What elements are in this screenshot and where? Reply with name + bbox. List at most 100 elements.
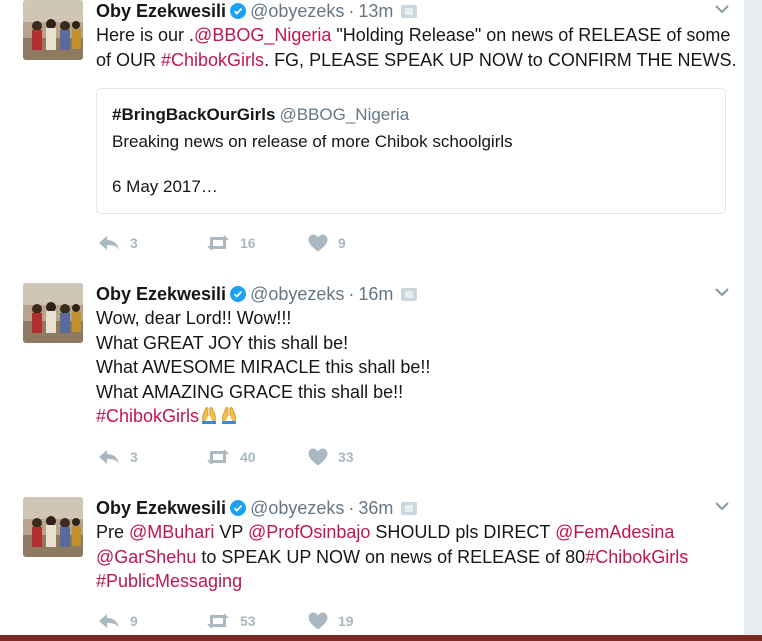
reply-count: 3	[130, 235, 138, 251]
device-icon	[401, 288, 418, 301]
like-button[interactable]: 19	[308, 611, 354, 631]
text-segment: of OUR	[96, 49, 162, 70]
retweet-icon	[207, 449, 229, 465]
tweet[interactable]: Oby Ezekwesili @obyezeks · 36m Pre @MBuhari…	[8, 481, 744, 641]
like-count: 33	[338, 449, 354, 465]
device-icon	[401, 5, 418, 18]
author-handle[interactable]: @obyezeks	[250, 498, 344, 518]
retweet-button[interactable]: 53	[206, 611, 256, 631]
tweet-text-line: Wow, dear Lord!! Wow!!!	[96, 306, 726, 331]
separator: ·	[348, 284, 355, 304]
mention-link[interactable]: @GarShehu	[96, 547, 196, 567]
text-segment: to SPEAK UP NOW on news of RELEASE of 80	[196, 546, 586, 567]
retweet-button[interactable]: 16	[206, 233, 256, 253]
timestamp[interactable]: 16m	[358, 284, 393, 304]
separator: ·	[348, 498, 355, 518]
tweet-header: Oby Ezekwesili @obyezeks · 16m	[96, 283, 418, 305]
tweet[interactable]: Oby Ezekwesili @obyezeks · 16m Wow, dear Lo…	[8, 267, 744, 482]
tweet-text-line: Here is our .@BBOG_Nigeria "Holding Rele…	[96, 23, 730, 48]
like-count: 19	[338, 613, 354, 629]
verified-badge-icon	[230, 3, 247, 19]
tweet-text-line: What AMAZING GRACE this shall be!!	[96, 380, 726, 405]
like-button[interactable]: 9	[308, 233, 346, 253]
reply-count: 3	[130, 449, 138, 465]
retweet-count: 53	[240, 613, 256, 629]
retweet-icon	[207, 235, 229, 251]
separator: ·	[348, 1, 355, 21]
heart-icon	[308, 234, 328, 252]
text-segment: Here is our .	[96, 25, 195, 45]
reply-icon	[99, 450, 119, 464]
author-name[interactable]: Oby Ezekwesili	[96, 1, 226, 21]
tweet-text-line: What AWESOME MIRACLE this shall be!!	[96, 355, 726, 380]
page-bottom-edge	[0, 635, 762, 641]
author-name[interactable]: Oby Ezekwesili	[96, 284, 226, 304]
author-handle[interactable]: @obyezeks	[250, 1, 344, 21]
tweet-text-line: Pre @MBuhari VP @ProfOsinbajo SHOULD pls…	[96, 520, 726, 545]
author-handle[interactable]: @obyezeks	[250, 284, 344, 304]
text-segment: What GREAT JOY this shall be!	[96, 332, 349, 353]
verified-badge-icon	[230, 500, 247, 516]
chevron-down-icon[interactable]	[714, 286, 730, 298]
tweet-text: Pre @MBuhari VP @ProfOsinbajo SHOULD pls…	[96, 520, 726, 594]
reply-button[interactable]: 3	[98, 233, 138, 253]
timestamp[interactable]: 36m	[358, 498, 393, 518]
tweet-text: Wow, dear Lord!! Wow!!! What GREAT JOY th…	[96, 306, 726, 429]
mention-link[interactable]: @BBOG_Nigeria	[194, 25, 331, 45]
text-segment: What AWESOME MIRACLE this shall be!!	[96, 357, 431, 377]
tweet-text-line: #PublicMessaging	[96, 569, 726, 594]
tweet-text-line: What GREAT JOY this shall be!	[96, 331, 726, 356]
like-button[interactable]: 33	[308, 447, 354, 467]
quoted-date: 6 May 2017…	[112, 177, 218, 196]
reply-icon	[99, 236, 119, 250]
text-segment: Pre	[96, 522, 130, 542]
tweet-text: Here is our .@BBOG_Nigeria "Holding Rele…	[96, 23, 736, 73]
tweet[interactable]: Oby Ezekwesili @obyezeks · 13m Here is our …	[8, 0, 744, 268]
tweet-text-line: #ChibokGirls	[96, 404, 726, 429]
tweet-text-line: of OUR #ChibokGirls. FG, PLEASE SPEAK UP…	[96, 48, 736, 73]
text-segment: VP	[214, 522, 249, 542]
retweet-count: 16	[240, 235, 256, 251]
scrollbar-track[interactable]	[743, 0, 762, 641]
chevron-down-icon[interactable]	[714, 3, 730, 15]
retweet-count: 40	[240, 449, 256, 465]
retweet-icon	[207, 613, 229, 629]
heart-icon	[308, 448, 328, 466]
hashtag-link[interactable]: #ChibokGirls	[161, 50, 264, 70]
like-count: 9	[338, 235, 346, 251]
text-segment: What AMAZING GRACE this shall be!!	[96, 381, 404, 402]
tweet-text-line: @GarShehu to SPEAK UP NOW on news of REL…	[96, 545, 726, 570]
praying-hands-emoji	[219, 405, 239, 425]
mention-link[interactable]: @FemAdesina	[555, 522, 674, 542]
avatar[interactable]	[23, 497, 83, 557]
timestamp[interactable]: 13m	[358, 1, 393, 21]
author-name[interactable]: Oby Ezekwesili	[96, 498, 226, 518]
quoted-author-handle: @BBOG_Nigeria	[279, 105, 410, 124]
text-segment: Wow, dear Lord!! Wow!!!	[96, 308, 292, 328]
device-icon	[401, 502, 418, 515]
quoted-author-name: #BringBackOurGirls	[112, 105, 276, 124]
verified-badge-icon	[230, 286, 247, 302]
hashtag-link[interactable]: #ChibokGirls	[96, 406, 199, 426]
hashtag-link[interactable]: #ChibokGirls	[585, 547, 688, 567]
text-segment: "Holding Release" on news of RELEASE of …	[331, 25, 731, 45]
hashtag-link[interactable]: #PublicMessaging	[96, 571, 242, 591]
heart-icon	[308, 612, 328, 630]
mention-link[interactable]: @ProfOsinbajo	[248, 522, 370, 542]
avatar[interactable]	[23, 283, 83, 343]
mention-link[interactable]: @MBuhari	[129, 522, 214, 542]
praying-hands-emoji	[199, 405, 219, 425]
reply-button[interactable]: 9	[98, 611, 138, 631]
quoted-text: Breaking news on release of more Chibok …	[112, 132, 513, 151]
reply-count: 9	[130, 613, 138, 629]
quoted-tweet[interactable]: #BringBackOurGirls @BBOG_Nigeria Breaking…	[96, 88, 726, 214]
tweet-header: Oby Ezekwesili @obyezeks · 13m	[96, 0, 418, 22]
avatar[interactable]	[23, 0, 83, 60]
reply-icon	[99, 614, 119, 628]
reply-button[interactable]: 3	[98, 447, 138, 467]
text-segment: SHOULD pls DIRECT	[370, 522, 556, 542]
chevron-down-icon[interactable]	[714, 500, 730, 512]
tweet-header: Oby Ezekwesili @obyezeks · 36m	[96, 497, 418, 519]
text-segment: . FG, PLEASE SPEAK UP NOW to CONFIRM THE…	[264, 49, 737, 70]
retweet-button[interactable]: 40	[206, 447, 256, 467]
